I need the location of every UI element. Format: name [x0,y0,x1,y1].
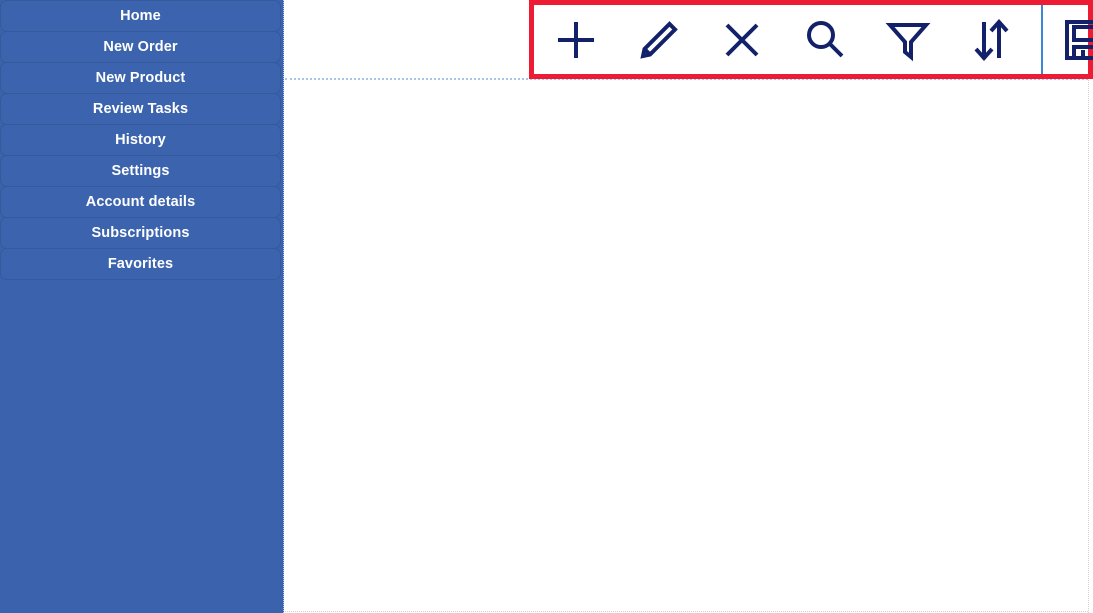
sidebar-item-subscriptions[interactable]: Subscriptions [0,217,281,249]
sort-arrows-icon [969,17,1013,63]
delete-button[interactable] [700,5,783,74]
close-x-icon [720,18,764,62]
filter-button[interactable] [866,5,949,74]
sidebar-menu-list: Home New Order New Product Review Tasks Hist… [0,0,283,280]
pencil-icon [635,16,683,64]
sidebar-item-settings[interactable]: Settings [0,155,281,187]
add-button[interactable] [534,5,617,74]
plus-icon [554,18,598,62]
sidebar-item-label: Subscriptions [91,224,190,241]
sidebar-item-label: Favorites [107,255,174,272]
sidebar-item-label: Account details [85,193,196,210]
sidebar-item-review-tasks[interactable]: Review Tasks [0,93,281,125]
dotted-guide-vertical-right [1088,0,1089,613]
sidebar-item-favorites[interactable]: Favorites [0,248,281,280]
toolbar-primary-group [534,5,1032,74]
sidebar-item-account-details[interactable]: Account details [0,186,281,218]
filter-funnel-icon [885,17,931,63]
main-content-area [284,0,1093,613]
sidebar-item-label: Settings [111,162,170,179]
sidebar-item-label: New Product [95,69,186,86]
save-button[interactable] [1043,5,1093,74]
sidebar-item-new-product[interactable]: New Product [0,62,281,94]
toolbar-secondary-group [1043,5,1093,74]
sidebar-item-label: Home [120,7,161,24]
sidebar-item-new-order[interactable]: New Order [0,31,281,63]
sidebar-item-label: Review Tasks [92,100,189,117]
toolbar-highlight-region [529,0,1093,79]
sidebar-item-history[interactable]: History [0,124,281,156]
search-button[interactable] [783,5,866,74]
edit-button[interactable] [617,5,700,74]
dotted-guide-bottom [285,611,1088,612]
sidebar-item-label: History [115,131,166,148]
toolbar [534,5,1093,74]
app-root: Home New Order New Product Review Tasks Hist… [0,0,1093,613]
sort-button[interactable] [949,5,1032,74]
sidebar-item-label: New Order [103,38,178,55]
sidebar-navigation: Home New Order New Product Review Tasks Hist… [0,0,284,613]
save-floppy-icon [1061,16,1093,64]
search-icon [802,17,848,63]
sidebar-item-home[interactable]: Home [0,0,281,32]
